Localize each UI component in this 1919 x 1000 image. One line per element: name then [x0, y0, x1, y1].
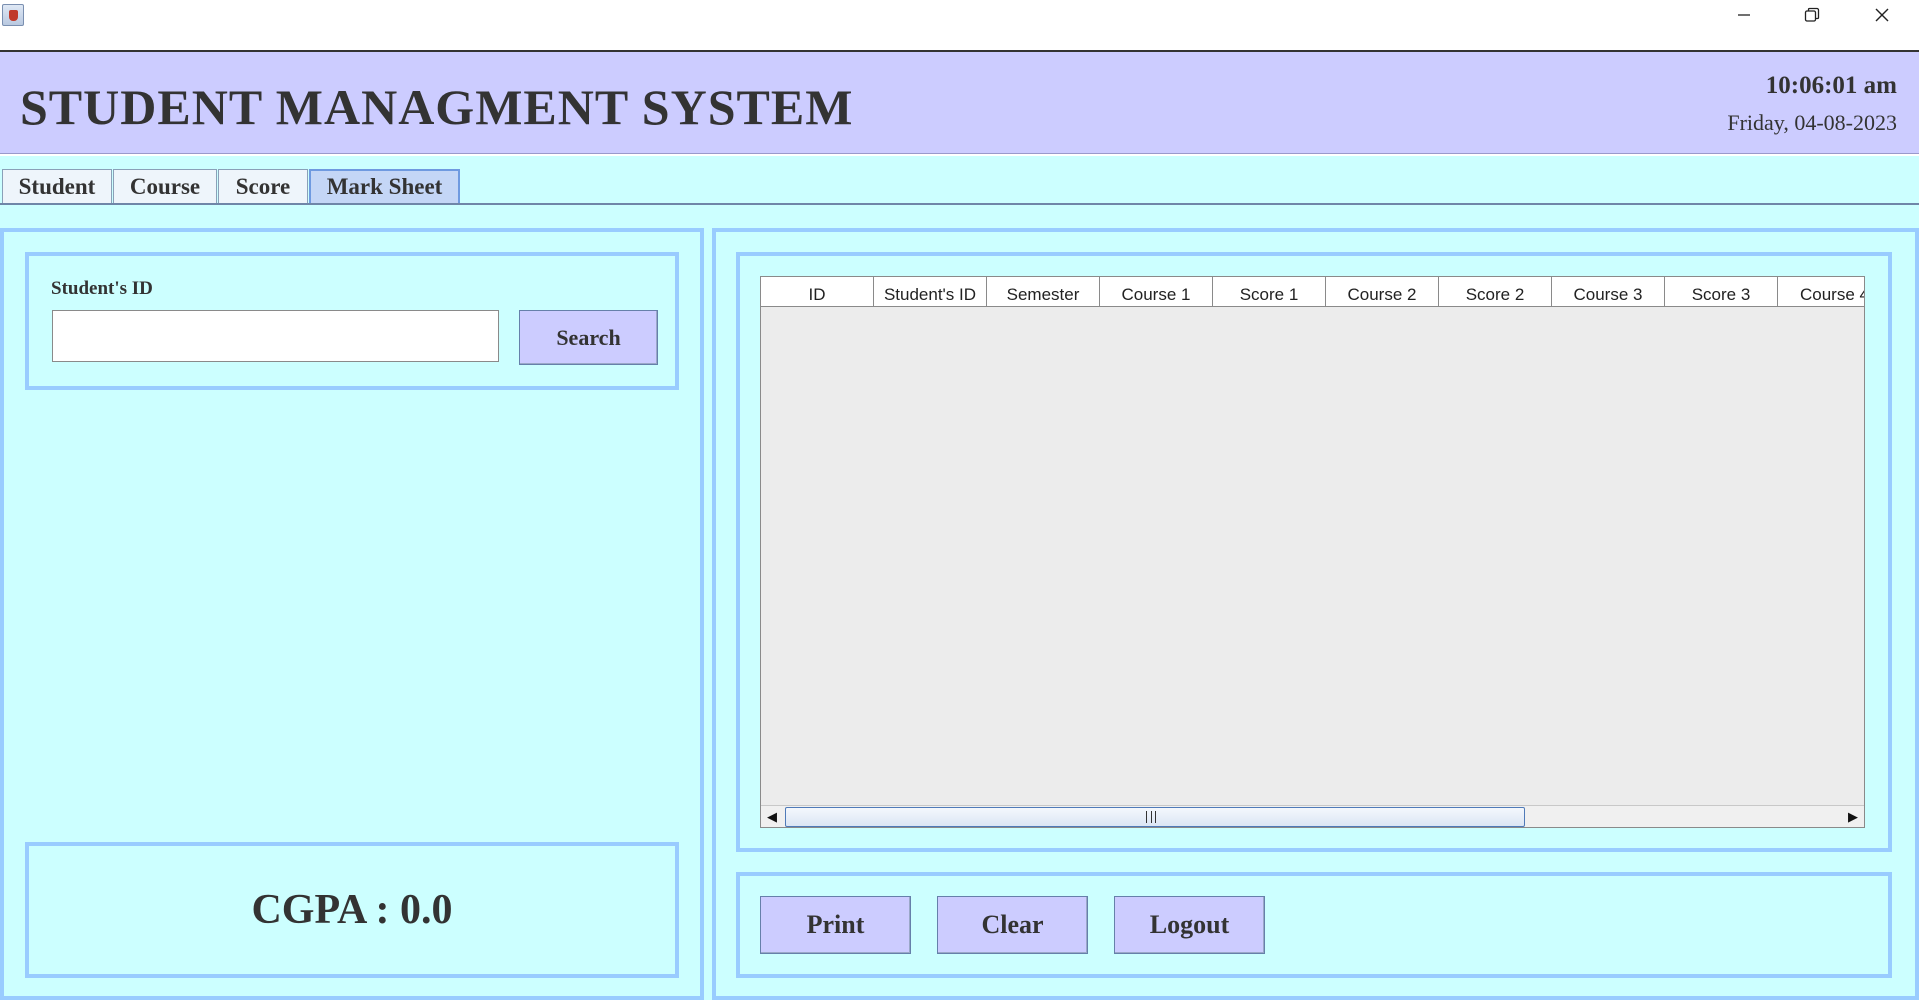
search-box: Student's ID Search [25, 252, 679, 390]
scroll-right-arrow-icon[interactable]: ▶ [1842, 806, 1864, 828]
column-header[interactable]: Course 4 [1778, 277, 1864, 306]
student-id-input[interactable] [52, 310, 499, 362]
table-header: ID Student's ID Semester Course 1 Score … [761, 277, 1864, 307]
minimize-button[interactable] [1716, 0, 1772, 30]
clear-button[interactable]: Clear [937, 896, 1088, 954]
tab-mark-sheet[interactable]: Mark Sheet [309, 169, 460, 203]
cgpa-value: CGPA : 0.0 [251, 887, 453, 933]
minimize-icon [1738, 14, 1750, 16]
scrollbar-thumb[interactable] [785, 807, 1525, 827]
column-header[interactable]: Course 1 [1100, 277, 1213, 306]
tab-course[interactable]: Course [113, 169, 217, 203]
actions-box: Print Clear Logout [736, 872, 1892, 978]
column-header[interactable]: Course 2 [1326, 277, 1439, 306]
scroll-grip-icon [1146, 811, 1156, 823]
column-header[interactable]: Student's ID [874, 277, 987, 306]
clock-date: Friday, 04-08-2023 [1727, 110, 1897, 135]
restore-button[interactable] [1784, 0, 1840, 30]
column-header[interactable]: ID [761, 277, 874, 306]
close-icon [1875, 8, 1889, 22]
column-header[interactable]: Score 3 [1665, 277, 1778, 306]
tab-divider [0, 203, 1919, 205]
column-header[interactable]: Semester [987, 277, 1100, 306]
tab-score[interactable]: Score [218, 169, 308, 203]
scroll-left-arrow-icon[interactable]: ◀ [761, 806, 783, 828]
column-header[interactable]: Course 3 [1552, 277, 1665, 306]
java-cup-icon [2, 4, 24, 26]
print-button[interactable]: Print [760, 896, 911, 954]
column-header[interactable]: Score 1 [1213, 277, 1326, 306]
cgpa-box: CGPA : 0.0 [25, 842, 679, 978]
clock-time: 10:06:01 am [1765, 72, 1897, 99]
table-body[interactable] [761, 308, 1864, 804]
app-header: STUDENT MANAGMENT SYSTEM 10:06:01 am Fri… [0, 50, 1919, 154]
tab-student[interactable]: Student [2, 169, 112, 203]
search-button[interactable]: Search [519, 310, 658, 365]
student-id-label: Student's ID [51, 278, 153, 299]
close-button[interactable] [1854, 0, 1910, 30]
logout-button[interactable]: Logout [1114, 896, 1265, 954]
mark-sheet-table: ID Student's ID Semester Course 1 Score … [760, 276, 1865, 828]
column-header[interactable]: Score 2 [1439, 277, 1552, 306]
window-title-bar [0, 0, 1919, 50]
app-title: STUDENT MANAGMENT SYSTEM [20, 79, 854, 135]
horizontal-scrollbar[interactable]: ◀ ▶ [761, 805, 1864, 827]
restore-icon [1804, 7, 1820, 22]
